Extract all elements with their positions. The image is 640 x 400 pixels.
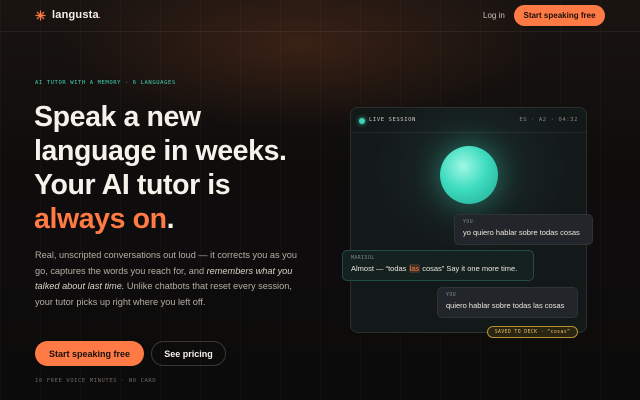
session-card-header: LIVE SESSION ES · A2 · 04:32 xyxy=(351,108,586,133)
hero-eyebrow: AI TUTOR WITH A MEMORY · 6 LANGUAGES xyxy=(35,80,176,86)
headline-end: . xyxy=(166,203,175,235)
see-pricing-button[interactable]: See pricing xyxy=(151,341,226,366)
correction-highlight: las xyxy=(408,264,421,273)
message-speaker: MARISOL xyxy=(351,256,375,261)
voice-orb[interactable] xyxy=(440,146,498,204)
headline-line-2: language in weeks. xyxy=(34,135,287,167)
headline-line-3: Your AI tutor is xyxy=(34,169,231,201)
message-text-before: Almost — “todas xyxy=(351,264,409,273)
top-navigation: langusta . Log in Start speaking free xyxy=(0,0,640,32)
message-text: quiero hablar sobre todas las cosas xyxy=(446,301,565,310)
login-link[interactable]: Log in xyxy=(483,11,505,20)
chat-message-tutor: MARISOL Almost — “todas las cosas” Say i… xyxy=(342,250,534,281)
headline-line-1: Speak a new xyxy=(34,101,201,133)
langusta-logo-icon xyxy=(35,10,46,21)
hero-headline: Speak a new language in weeks. Your AI t… xyxy=(34,100,334,236)
headline-accent: always on xyxy=(34,203,167,235)
message-text: yo quiero hablar sobre todas cosas xyxy=(463,228,580,237)
chat-message-user: YOU yo quiero hablar sobre todas cosas xyxy=(454,214,593,245)
message-speaker: YOU xyxy=(463,220,474,225)
brand-dot: . xyxy=(98,9,102,21)
session-meta: ES · A2 · 04:32 xyxy=(519,117,578,123)
session-status-label: LIVE SESSION xyxy=(369,117,416,123)
hero-description: Real, unscripted conversations out loud … xyxy=(35,248,310,310)
live-dot-icon xyxy=(359,118,365,124)
brand-name[interactable]: langusta xyxy=(52,9,99,21)
saved-to-deck-badge: SAVED TO DECK · “cosas” xyxy=(487,326,578,338)
hero-fine-print: 10 FREE VOICE MINUTES · NO CARD xyxy=(35,378,157,384)
start-speaking-button[interactable]: Start speaking free xyxy=(35,341,144,366)
message-text-after: cosas” Say it one more time. xyxy=(420,264,518,273)
nav-start-speaking-button[interactable]: Start speaking free xyxy=(514,5,605,26)
message-speaker: YOU xyxy=(446,293,457,298)
chat-message-user: YOU quiero hablar sobre todas las cosas xyxy=(437,287,578,318)
message-text: Almost — “todas las cosas” Say it one mo… xyxy=(351,264,525,273)
